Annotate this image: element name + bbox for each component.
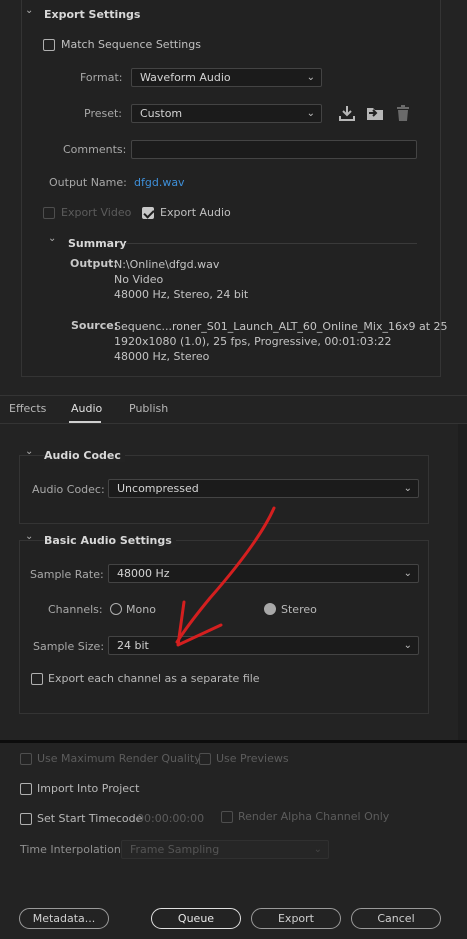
annotation-arrow [175, 506, 276, 647]
